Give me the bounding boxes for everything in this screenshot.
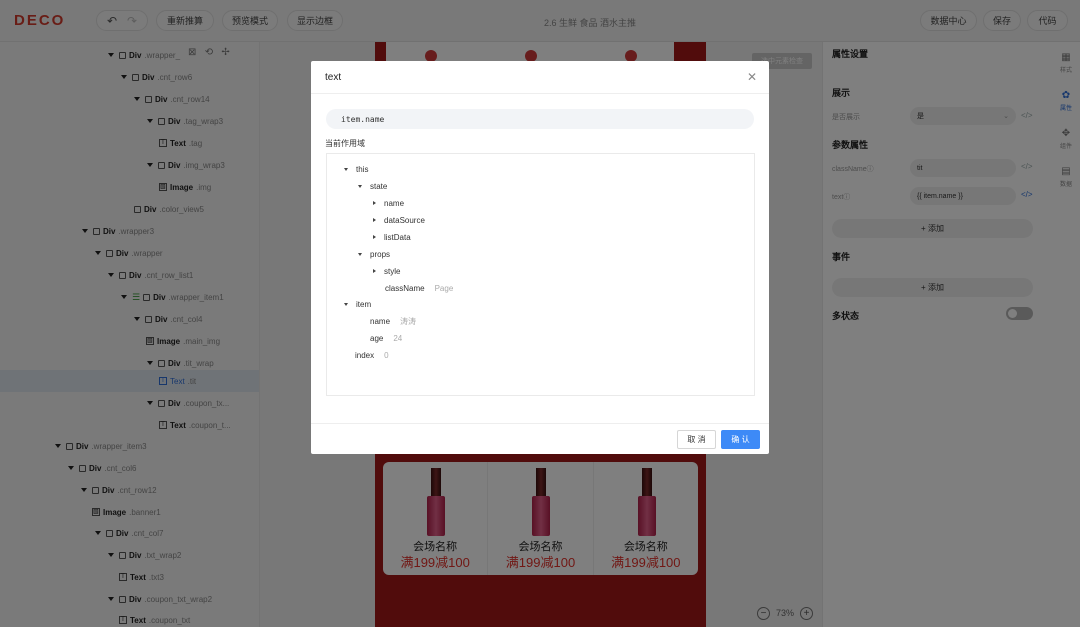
scope-tree: this state name dataSource listData prop… — [326, 153, 755, 396]
close-icon[interactable]: ✕ — [747, 70, 757, 84]
scope-node-age[interactable]: age 24 — [370, 332, 402, 344]
scope-node-props[interactable]: props — [358, 248, 390, 260]
divider — [311, 93, 769, 94]
caret-down-icon[interactable] — [344, 167, 348, 171]
scope-node-item[interactable]: item — [344, 298, 371, 310]
scope-label: 当前作用域 — [325, 139, 365, 148]
scope-node-classname[interactable]: className Page — [385, 282, 453, 294]
scope-node-index[interactable]: index 0 — [355, 349, 389, 361]
caret-right-icon[interactable] — [373, 235, 376, 239]
cancel-button[interactable]: 取 消 — [677, 430, 716, 449]
scope-node-this[interactable]: this — [344, 163, 368, 175]
scope-node-style[interactable]: style — [373, 265, 400, 277]
scope-node-datasource[interactable]: dataSource — [373, 214, 425, 226]
modal-title: text — [325, 72, 342, 83]
caret-down-icon[interactable] — [358, 252, 362, 256]
caret-down-icon[interactable] — [358, 184, 362, 188]
scope-node-name[interactable]: name — [373, 197, 404, 209]
confirm-button[interactable]: 确 认 — [721, 430, 760, 449]
divider — [311, 423, 769, 424]
scope-node-state[interactable]: state — [358, 180, 387, 192]
scope-node-item-name[interactable]: name 涛涛 — [370, 315, 416, 327]
caret-right-icon[interactable] — [373, 201, 376, 205]
expression-input[interactable]: item.name — [326, 109, 754, 129]
caret-down-icon[interactable] — [344, 302, 348, 306]
scope-node-listdata[interactable]: listData — [373, 231, 411, 243]
expression-modal: text ✕ item.name 当前作用域 this state name d… — [311, 61, 769, 454]
caret-right-icon[interactable] — [373, 269, 376, 273]
caret-right-icon[interactable] — [373, 218, 376, 222]
